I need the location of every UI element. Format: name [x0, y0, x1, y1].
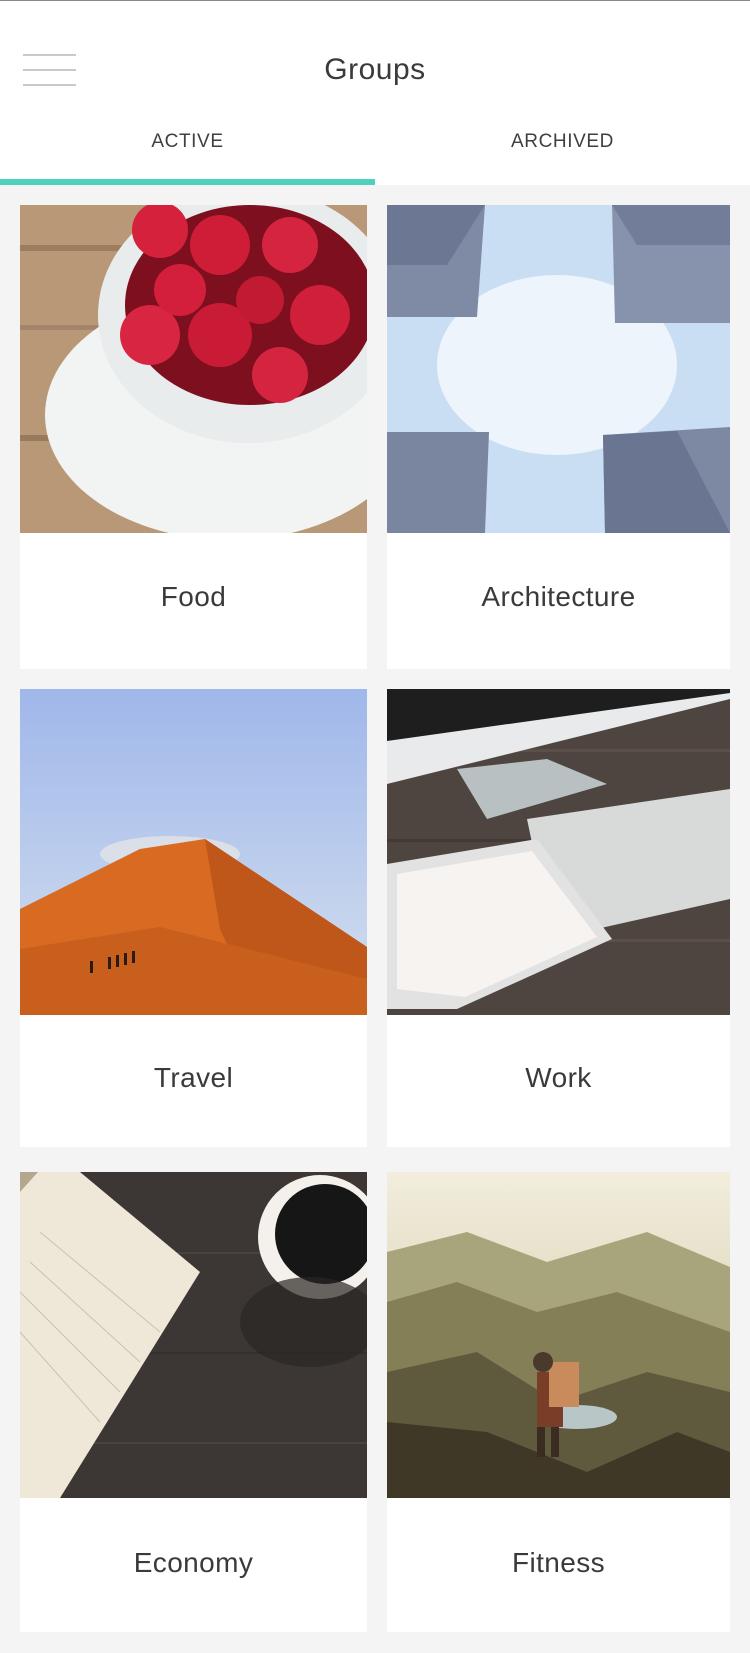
- notebook-coffee-photo: [20, 1172, 367, 1498]
- hiker-mountains-photo: [387, 1172, 730, 1498]
- desert-dune-photo: [20, 689, 367, 1015]
- group-card-architecture[interactable]: Architecture: [387, 205, 730, 669]
- raspberries-bowl-photo: [20, 205, 367, 533]
- group-card-work[interactable]: Work: [387, 689, 730, 1147]
- tab-label: ACTIVE: [151, 131, 224, 152]
- group-label: Architecture: [481, 581, 636, 612]
- page-title: Groups: [324, 53, 426, 86]
- skyscrapers-sky-photo: [387, 205, 730, 533]
- app-header: Groups ACTIVE ARCHIVED: [0, 1, 750, 185]
- group-label: Food: [160, 581, 227, 612]
- tab-active[interactable]: ACTIVE: [0, 119, 375, 185]
- tab-archived[interactable]: ARCHIVED: [375, 119, 750, 185]
- active-tab-indicator: [0, 179, 375, 185]
- group-label: Work: [525, 1062, 592, 1093]
- group-label: Travel: [153, 1062, 234, 1093]
- group-label: Economy: [133, 1547, 254, 1578]
- group-card-fitness[interactable]: Fitness: [387, 1172, 730, 1632]
- desk-computer-tablet-photo: [387, 689, 730, 1015]
- group-label: Fitness: [511, 1547, 606, 1578]
- group-card-travel[interactable]: Travel: [20, 689, 367, 1147]
- group-card-economy[interactable]: Economy: [20, 1172, 367, 1632]
- group-card-food[interactable]: Food: [20, 205, 367, 669]
- tab-label: ARCHIVED: [511, 131, 614, 152]
